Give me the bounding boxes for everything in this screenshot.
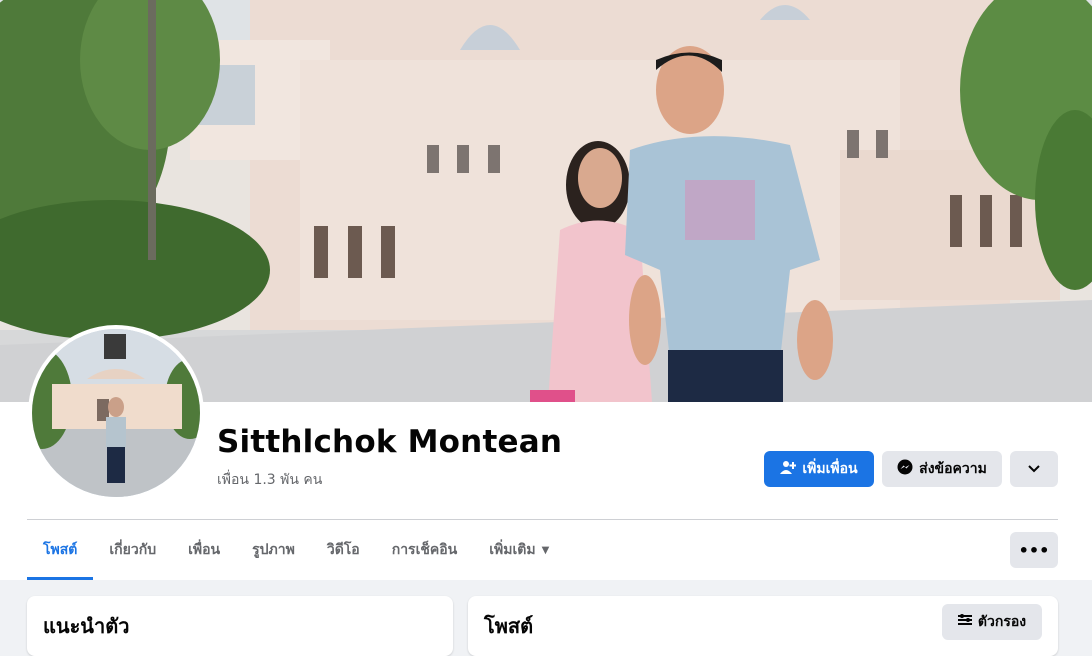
caret-down-icon: ▼ [541, 544, 550, 556]
tab-overflow-button[interactable]: ••• [1010, 532, 1058, 568]
message-label: ส่งข้อความ [919, 461, 987, 477]
profile-actions-dropdown[interactable] [1010, 451, 1058, 487]
filter-icon [957, 614, 972, 630]
avatar [32, 329, 200, 497]
tab-label: โพสต์ [43, 542, 78, 558]
profile-picture[interactable] [28, 325, 204, 501]
filter-button[interactable]: ตัวกรอง [942, 604, 1042, 640]
tab-photos[interactable]: รูปภาพ [236, 520, 311, 580]
add-friend-label: เพิ่มเพื่อน [802, 461, 858, 477]
tab-checkins[interactable]: การเช็คอิน [376, 520, 474, 580]
tab-videos[interactable]: วิดีโอ [311, 520, 376, 580]
tab-label: เกี่ยวกับ [109, 542, 157, 558]
intro-title: แนะนำตัว [43, 614, 130, 638]
profile-name: Sitthlchok Montean [217, 424, 563, 460]
tab-posts[interactable]: โพสต์ [27, 520, 94, 580]
profile-header: Sitthlchok Montean เพื่อน 1.3 พัน คน เพิ… [0, 0, 1092, 580]
tab-friends[interactable]: เพื่อน [172, 520, 236, 580]
filter-label: ตัวกรอง [977, 614, 1027, 630]
posts-title: โพสต์ [484, 614, 534, 638]
tab-more[interactable]: เพิ่มเติม ▼ [473, 520, 565, 580]
profile-tabs: โพสต์ เกี่ยวกับ เพื่อน รูปภาพ วิดีโอ การ… [27, 520, 565, 580]
tab-label: เพื่อน [188, 542, 221, 558]
intro-card: แนะนำตัว [27, 596, 453, 656]
add-friend-icon [780, 459, 797, 479]
posts-card: โพสต์ ตัวกรอง [468, 596, 1058, 656]
message-button[interactable]: ส่งข้อความ [882, 451, 1002, 487]
friend-count[interactable]: เพื่อน 1.3 พัน คน [217, 469, 322, 491]
tab-label: รูปภาพ [252, 542, 295, 558]
more-dots-icon: ••• [1018, 540, 1050, 560]
messenger-icon [897, 459, 913, 479]
tab-label: วิดีโอ [326, 542, 360, 558]
tab-about[interactable]: เกี่ยวกับ [93, 520, 172, 580]
add-friend-button[interactable]: เพิ่มเพื่อน [764, 451, 874, 487]
chevron-down-icon [1028, 461, 1040, 477]
tab-label: การเช็คอิน [391, 542, 458, 558]
tab-label: เพิ่มเติม [489, 542, 536, 558]
